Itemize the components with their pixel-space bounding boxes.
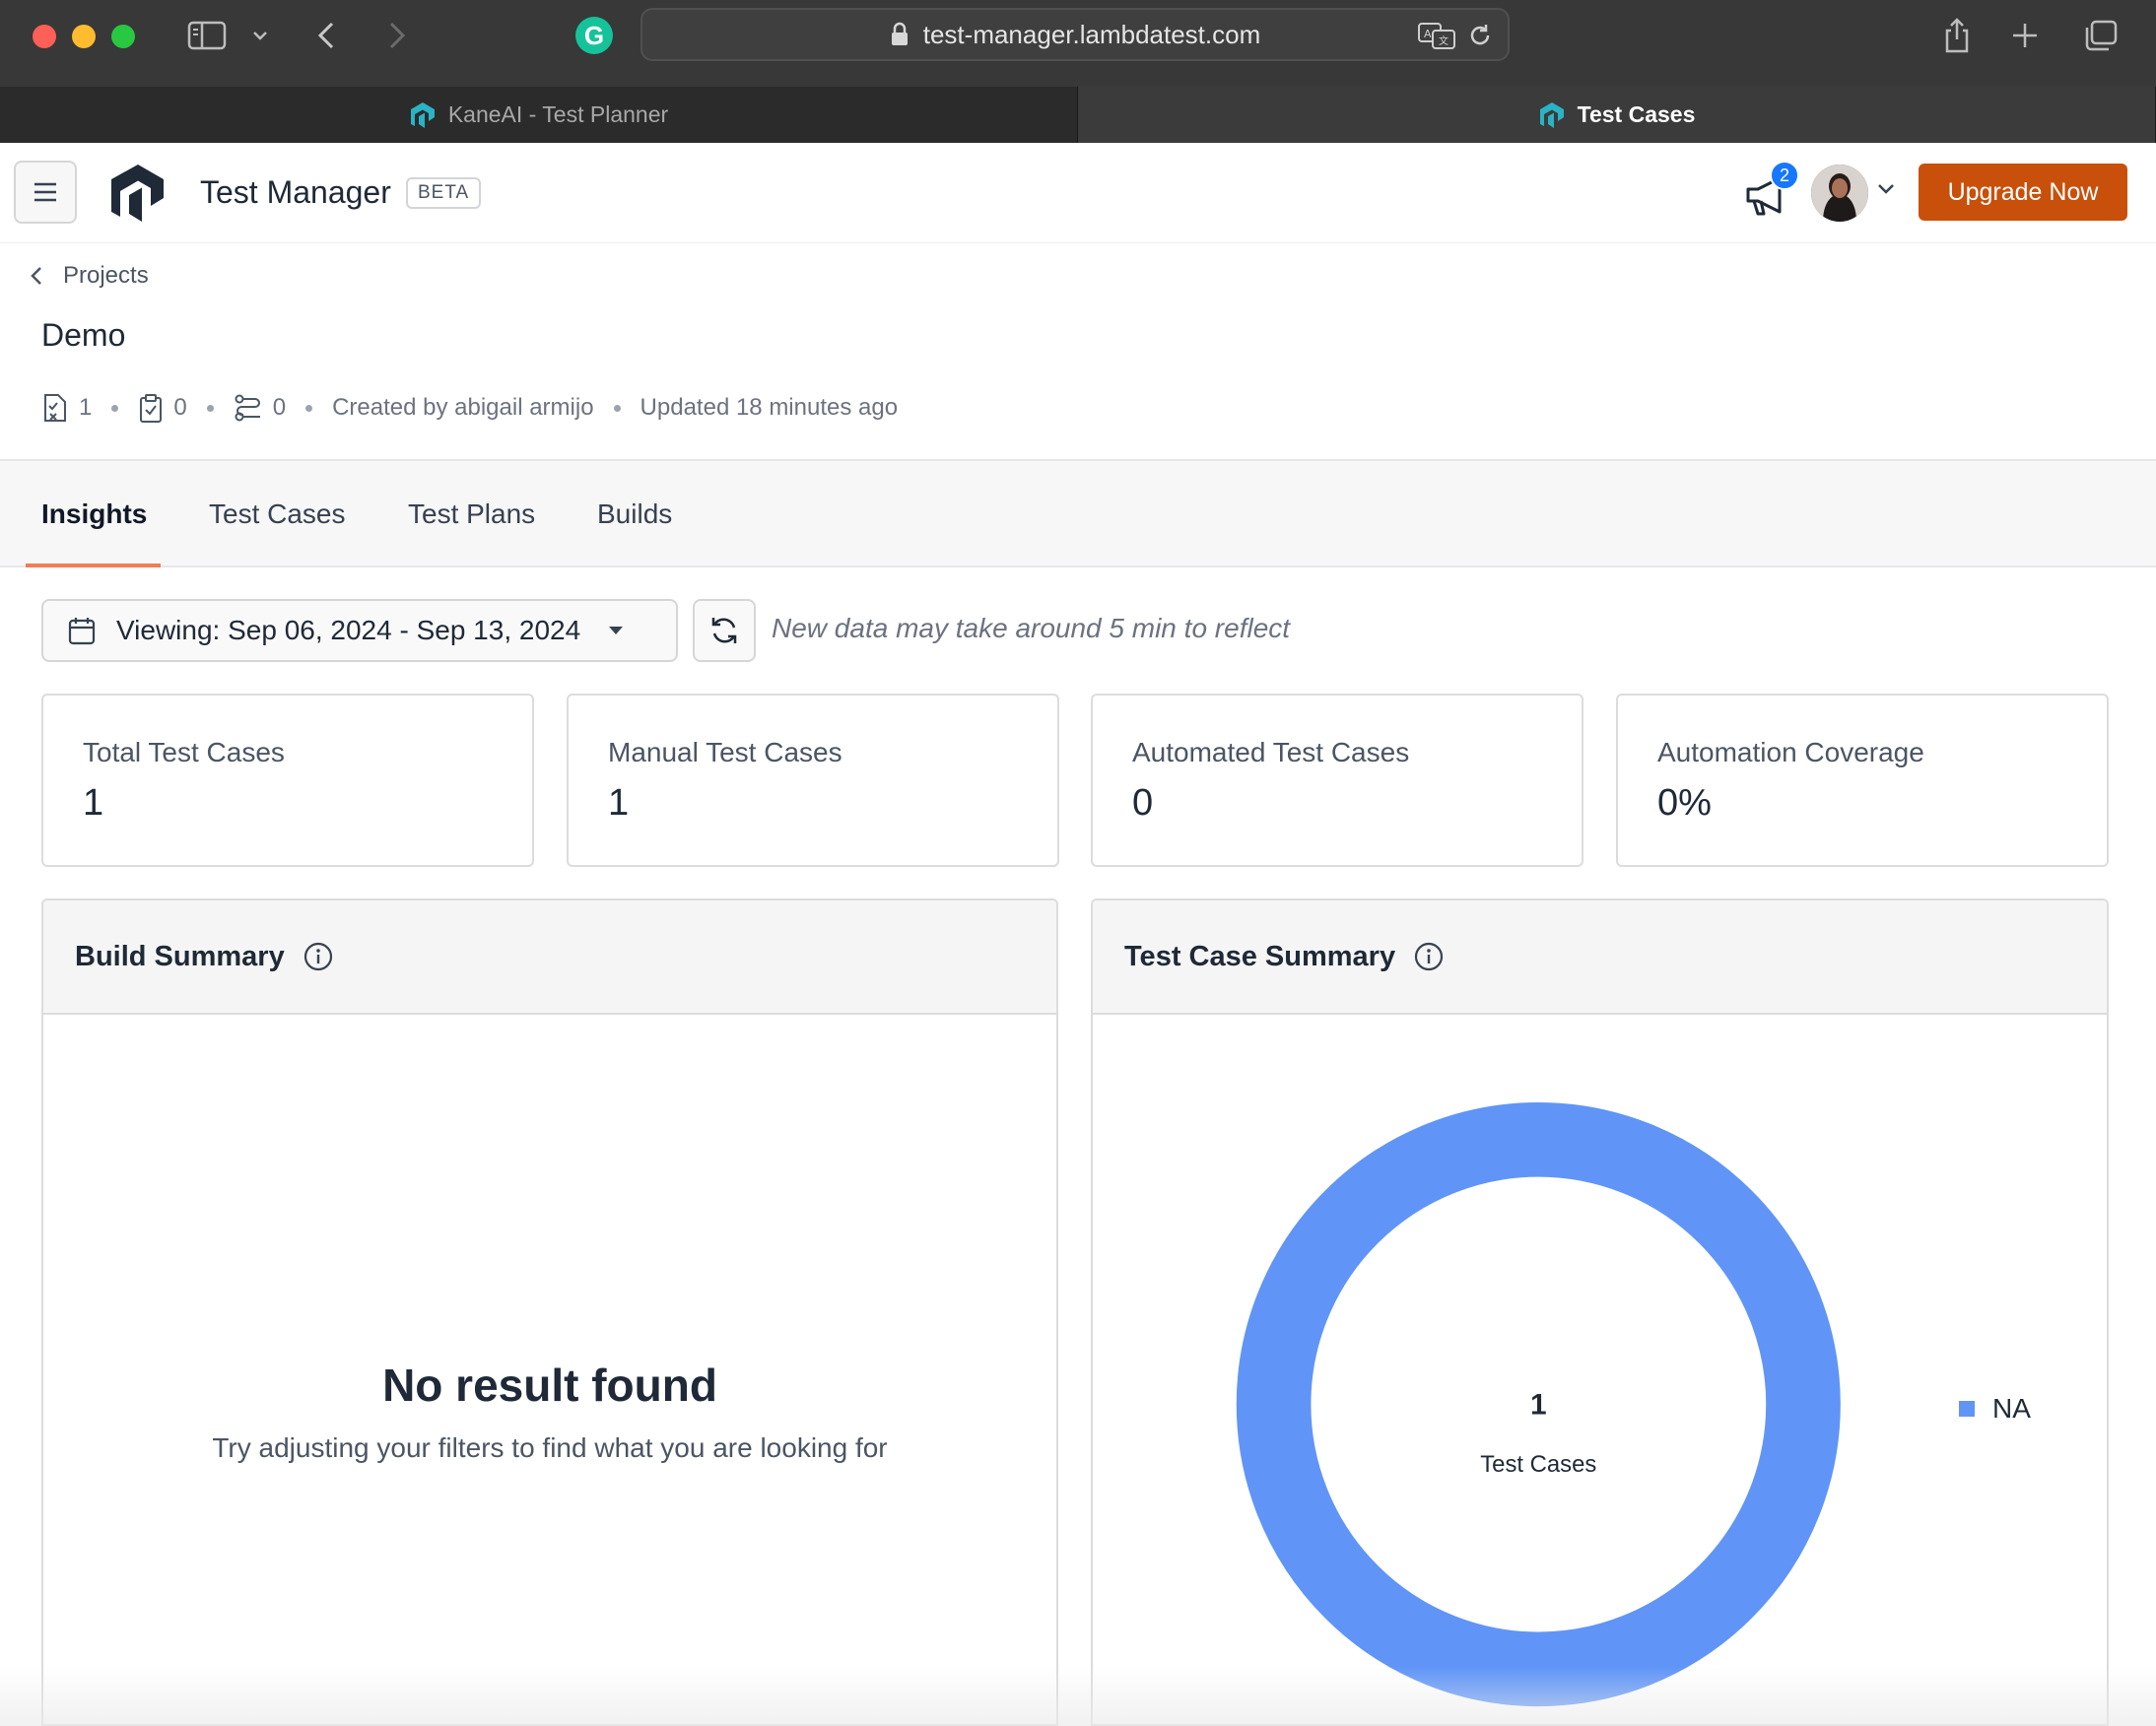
chevron-down-icon[interactable] (1876, 182, 1896, 201)
address-bar[interactable]: test-manager.lambdatest.com A文 (640, 8, 1510, 61)
sidebar-toggle-icon[interactable] (185, 16, 229, 55)
browser-tab-label: Test Cases (1577, 101, 1696, 127)
browser-tab-test-cases[interactable]: Test Cases (1078, 87, 2156, 143)
app-header: Test Manager BETA 2 Upgrade Now (0, 143, 2156, 243)
empty-state-title: No result found (382, 1360, 717, 1411)
menu-icon (34, 182, 56, 202)
tab-insights[interactable]: Insights (41, 461, 147, 567)
panel-header: Build Summary (43, 900, 1056, 1015)
chevron-left-icon (31, 267, 41, 285)
page-title: Demo (41, 317, 126, 353)
stat-label: Manual Test Cases (608, 737, 842, 767)
back-icon[interactable] (311, 16, 341, 55)
test-case-donut-chart: 1 Test Cases (1236, 1102, 1841, 1707)
share-icon[interactable] (1939, 16, 1975, 55)
stat-card-manual-test-cases: Manual Test Cases 1 (567, 694, 1059, 867)
chevron-down-icon[interactable] (248, 16, 272, 55)
test-plan-count: 0 (138, 392, 187, 424)
refresh-button[interactable] (693, 599, 756, 662)
reload-icon[interactable] (1466, 22, 1494, 54)
tab-test-cases[interactable]: Test Cases (209, 461, 346, 567)
project-meta: 1 0 0 Created by abigail armijo Updated … (41, 392, 898, 424)
legend-label: NA (1992, 1393, 2031, 1424)
stat-label: Automated Test Cases (1132, 737, 1410, 767)
donut-center-value: 1 (1530, 1389, 1547, 1422)
upgrade-now-button[interactable]: Upgrade Now (1919, 164, 2127, 221)
stat-card-automation-coverage: Automation Coverage 0% (1616, 694, 2109, 867)
hamburger-menu-button[interactable] (14, 161, 77, 224)
test-case-count: 1 (41, 392, 92, 424)
panel-title: Build Summary (75, 940, 285, 972)
lock-icon (891, 22, 908, 45)
notification-badge: 2 (1770, 161, 1799, 190)
data-delay-note: New data may take around 5 min to reflec… (772, 613, 1291, 643)
date-range-label: Viewing: Sep 06, 2024 - Sep 13, 2024 (116, 615, 581, 645)
active-tab-indicator (26, 564, 161, 567)
url-text: test-manager.lambdatest.com (922, 19, 1261, 49)
lambdatest-logo-icon (1539, 101, 1564, 128)
minimize-window-button[interactable] (72, 25, 96, 48)
caret-down-icon (609, 627, 624, 634)
stat-card-total-test-cases: Total Test Cases 1 (41, 694, 534, 867)
tab-overview-icon[interactable] (2081, 16, 2121, 55)
breadcrumb-projects-link[interactable]: Projects (63, 262, 149, 290)
translate-icon[interactable]: A文 (1417, 20, 1456, 56)
forward-icon[interactable] (382, 16, 412, 55)
stat-label: Total Test Cases (83, 737, 285, 767)
stat-card-automated-test-cases: Automated Test Cases 0 (1091, 694, 1583, 867)
avatar[interactable] (1811, 165, 1868, 222)
refresh-icon (711, 618, 737, 643)
lambdatest-logo-icon (410, 101, 435, 128)
lambdatest-logo-icon[interactable] (106, 161, 169, 226)
build-count: 0 (234, 393, 286, 423)
test-case-summary-panel: Test Case Summary 1 Test Cases NA (1091, 898, 2109, 1726)
stat-value: 0 (1132, 782, 1154, 824)
svg-text:A: A (1424, 28, 1432, 40)
stat-value: 1 (608, 782, 630, 824)
stat-label: Automation Coverage (1657, 737, 1924, 767)
browser-tab-kaneai[interactable]: KaneAI - Test Planner (0, 87, 1078, 143)
app-title: Test Manager (200, 174, 391, 210)
empty-state-subtitle: Try adjusting your filters to find what … (212, 1432, 888, 1463)
test-case-icon (44, 394, 66, 422)
clipboard-check-icon (140, 394, 163, 423)
build-summary-panel: Build Summary No result found Try adjust… (41, 898, 1058, 1726)
browser-toolbar: G test-manager.lambdatest.com A文 (0, 0, 2156, 87)
info-icon[interactable] (303, 941, 334, 972)
updated-text: Updated 18 minutes ago (640, 394, 899, 421)
browser-tab-label: KaneAI - Test Planner (447, 101, 669, 127)
created-by-text: Created by abigail armijo (332, 394, 594, 421)
tab-test-plans[interactable]: Test Plans (408, 461, 535, 567)
legend-swatch (1959, 1401, 1975, 1417)
chart-legend: NA (1959, 1393, 2031, 1425)
svg-text:文: 文 (1439, 34, 1449, 47)
zoom-window-button[interactable] (111, 25, 135, 48)
breadcrumb[interactable]: Projects (30, 262, 149, 290)
browser-tab-bar: KaneAI - Test Planner Test Cases (0, 87, 2156, 143)
grammarly-extension-icon[interactable]: G (575, 17, 613, 54)
calendar-icon (68, 618, 96, 645)
tab-builds[interactable]: Builds (597, 461, 672, 567)
donut-center-label: Test Cases (1480, 1451, 1596, 1478)
page-tabs: Insights Test Cases Test Plans Builds (0, 459, 2156, 567)
close-window-button[interactable] (33, 25, 56, 48)
stat-value: 0% (1657, 782, 1712, 824)
new-tab-icon[interactable] (2008, 16, 2042, 55)
beta-badge: BETA (406, 177, 482, 209)
stat-value: 1 (83, 782, 104, 824)
route-icon (235, 394, 260, 422)
date-range-picker[interactable]: Viewing: Sep 06, 2024 - Sep 13, 2024 (41, 599, 678, 662)
